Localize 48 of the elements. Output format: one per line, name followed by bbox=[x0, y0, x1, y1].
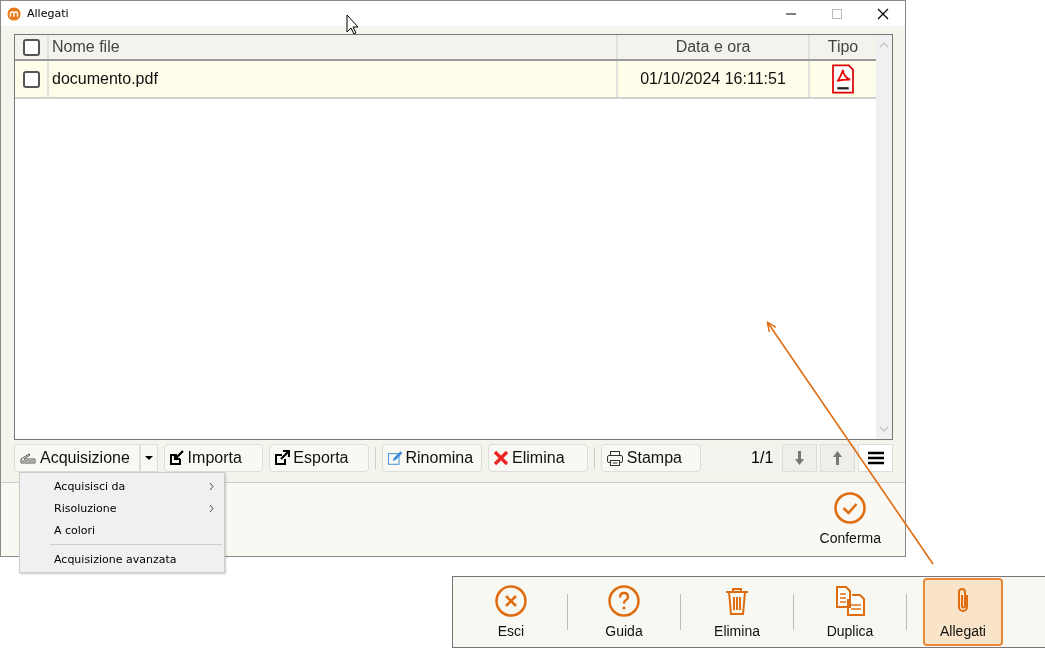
menu-item[interactable]: Risoluzione bbox=[20, 497, 224, 519]
toolbar-button[interactable]: Duplica bbox=[810, 578, 890, 646]
toolbar-button[interactable]: Elimina bbox=[697, 578, 777, 646]
menu-button[interactable] bbox=[858, 444, 893, 472]
menu-icon bbox=[867, 451, 884, 465]
checkbox[interactable] bbox=[22, 70, 40, 88]
confirm-button[interactable]: Conferma bbox=[819, 492, 881, 546]
column-header[interactable]: Data e ora bbox=[618, 35, 810, 59]
toolbar-button[interactable]: Guida bbox=[584, 578, 664, 646]
up-arrow-icon bbox=[831, 450, 845, 466]
pdf-file-icon bbox=[830, 64, 856, 94]
window-title: Allegati bbox=[27, 7, 70, 20]
toolbar-button[interactable]: Rinomina bbox=[382, 444, 483, 472]
help-icon bbox=[608, 585, 640, 617]
navigation-button[interactable] bbox=[782, 444, 818, 472]
file-name: documento.pdf bbox=[49, 61, 618, 97]
chevron-right-icon bbox=[209, 481, 214, 491]
toolbar-button[interactable]: Allegati bbox=[923, 578, 1003, 646]
toolbar-button[interactable]: Stampa bbox=[600, 444, 701, 472]
dropdown-button[interactable] bbox=[139, 444, 158, 472]
column-header[interactable]: Nome file bbox=[49, 35, 618, 59]
toolbar-button[interactable]: Importa bbox=[163, 444, 264, 472]
menu-item[interactable]: Acquisizione avanzata bbox=[20, 548, 224, 570]
documents-icon bbox=[834, 585, 866, 617]
column-header[interactable]: Tipo bbox=[810, 35, 876, 59]
delete-button[interactable]: Elimina bbox=[488, 444, 588, 472]
edit-icon bbox=[387, 450, 403, 466]
app-logo-icon bbox=[7, 6, 21, 21]
delete-icon bbox=[493, 450, 510, 466]
printer-icon bbox=[605, 449, 624, 467]
menu-item[interactable]: A colori bbox=[20, 519, 224, 541]
export-icon bbox=[274, 450, 291, 466]
caret-icon bbox=[144, 456, 153, 460]
close-icon[interactable] bbox=[877, 7, 889, 20]
table-row[interactable]: documento.pdf 01/10/2024 16:11:51 bbox=[15, 61, 876, 99]
import-icon bbox=[168, 450, 185, 466]
navigation-button[interactable] bbox=[820, 444, 856, 472]
toolbar-button[interactable]: Esci bbox=[471, 578, 551, 646]
toolbar-button[interactable]: Esporta bbox=[269, 444, 370, 472]
checkbox[interactable] bbox=[22, 38, 40, 56]
checkmark-icon bbox=[834, 492, 867, 524]
toolbar-button[interactable]: Acquisizione bbox=[14, 444, 140, 472]
date-time: 01/10/2024 16:11:51 bbox=[618, 61, 810, 97]
scanner-icon bbox=[19, 451, 37, 465]
menu-item[interactable]: Acquisisci da bbox=[20, 475, 224, 497]
down-arrow-icon bbox=[793, 450, 807, 466]
chevron-right-icon bbox=[209, 503, 214, 513]
close-circle-icon bbox=[495, 585, 527, 617]
